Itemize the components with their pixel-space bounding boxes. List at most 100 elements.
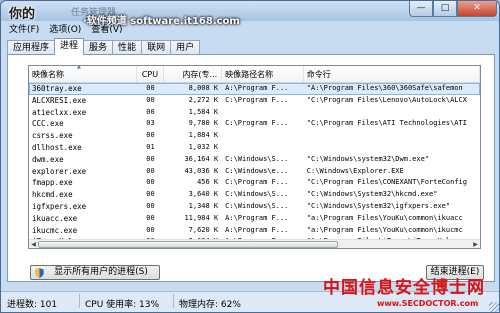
process-name-cell: ikuacc.exe — [32, 213, 78, 223]
process-list[interactable]: ▲ 映像名称 CPU 内存(专... 映像路径名称 命令行 360tray.ex… — [28, 65, 481, 249]
scrollbar-thumb[interactable] — [38, 241, 338, 248]
cpu-cell: 03 — [146, 119, 155, 128]
menu-file[interactable]: 文件(F) — [9, 22, 39, 35]
close-button[interactable]: ✕ — [457, 1, 497, 17]
process-name-cell: csrss.exe — [32, 131, 73, 141]
memory-cell: 2,272 K — [188, 95, 219, 104]
table-row[interactable]: csrss.exe 00 1,884 K — [29, 130, 480, 142]
cpu-cell: 00 — [146, 154, 155, 163]
column-header-command-line[interactable]: 命令行 — [304, 66, 480, 82]
cpu-cell: 00 — [146, 84, 155, 92]
image-path-cell — [222, 130, 304, 142]
tab-services[interactable]: 服务 — [83, 40, 114, 55]
table-row[interactable]: igfxpers.exe 00 1,348 K C:\Windows\S... "C:\… — [29, 201, 480, 213]
column-header-cpu[interactable]: CPU — [137, 66, 165, 82]
image-path-cell: A:\Program F... — [225, 213, 289, 222]
cpu-cell: 00 — [146, 213, 155, 222]
command-line-cell: "C:\Program Files\ATI Technologies\ATI — [306, 119, 467, 128]
tab-processes[interactable]: 进程 — [54, 38, 85, 55]
tab-performance[interactable]: 性能 — [112, 40, 143, 55]
cpu-cell: 01 — [146, 142, 155, 151]
memory-cell: 43,036 K — [184, 166, 219, 175]
table-row[interactable]: ikuacc.exe 00 11,984 K A:\Program F... "a:\P… — [29, 213, 480, 225]
command-line-cell: "C:\Program Files\Lenovo\AutoLock\ALCX — [306, 95, 467, 104]
menu-options[interactable]: 选项(O) — [49, 22, 81, 35]
command-line-cell: "C:\Windows\System32\hkcmd.exe" — [306, 190, 438, 199]
command-line-cell: "C:\Windows\System32\igfxpers.exe" — [306, 201, 451, 210]
image-path-cell: A:\Program F... — [225, 225, 289, 234]
memory-cell: 36,164 K — [184, 154, 219, 163]
command-line-cell: "A:\Program Files\360\360Safe\safemon — [306, 84, 463, 92]
table-row[interactable]: atieclxx.exe 00 1,584 K — [29, 107, 480, 119]
table-row[interactable]: dllhost.exe 01 1,032 K — [29, 142, 480, 154]
image-path-cell — [222, 142, 304, 154]
process-name-cell: 360tray.exe — [32, 84, 82, 93]
cpu-cell: 00 — [146, 95, 155, 104]
command-line-cell: "a:\Program Files\YouKu\common\ikuacc — [306, 213, 463, 222]
scroll-left-icon[interactable]: ◀ — [29, 240, 38, 248]
cpu-cell: 00 — [146, 201, 155, 210]
command-line-cell: C:\Windows\Explorer.EXE — [306, 166, 404, 175]
show-all-users-label: 显示所有用户的进程(S) — [54, 267, 148, 277]
table-row[interactable]: dwm.exe 00 36,164 K C:\Windows\S... "C:\Wind… — [29, 154, 480, 166]
horizontal-scrollbar[interactable]: ◀ ▶ — [29, 239, 480, 248]
table-row[interactable]: ALCXRESI.exe 00 2,272 K C:\Program F... "C:\… — [29, 95, 480, 107]
table-row[interactable]: fmapp.exe 00 456 K C:\Program F... "C:\Progr… — [29, 177, 480, 189]
column-header-image-path[interactable]: 映像路径名称 — [222, 66, 304, 82]
memory-cell: 7,620 K — [188, 225, 219, 234]
memory-cell: 9,780 K — [188, 119, 219, 128]
watermark-url: www.SECDOCTOR.com — [377, 299, 479, 308]
cpu-cell: 00 — [146, 225, 155, 234]
memory-cell: 1,348 K — [188, 201, 219, 210]
process-name-cell: ALCXRESI.exe — [32, 95, 87, 105]
process-name-cell: atieclxx.exe — [32, 107, 87, 117]
image-path-cell: C:\Program F... — [225, 178, 289, 187]
image-path-cell: C:\Windows\S... — [225, 190, 289, 199]
cpu-cell: 00 — [146, 107, 155, 116]
process-name-cell: explorer.exe — [32, 166, 87, 176]
scroll-right-icon[interactable]: ▶ — [471, 240, 480, 248]
table-row[interactable]: 360tray.exe 00 8,008 K A:\Program F... "A:\P… — [29, 83, 480, 95]
memory-cell: 1,884 K — [188, 131, 219, 140]
table-row[interactable]: ikucmc.exe 00 7,620 K A:\Program F... "a:\Pr… — [29, 225, 480, 237]
maximize-button[interactable]: □ — [433, 1, 457, 17]
process-name-cell: fmapp.exe — [32, 178, 73, 188]
status-divider — [79, 294, 80, 308]
process-name-cell: dwm.exe — [32, 154, 64, 164]
command-line-cell: "a:\Program Files\YouKu\common\ikucmc — [306, 225, 463, 234]
table-row[interactable]: hkcmd.exe 00 3,640 K C:\Windows\S... "C:\Win… — [29, 189, 480, 201]
show-all-users-button[interactable]: 显示所有用户的进程(S) — [30, 265, 160, 280]
memory-cell: 11,984 K — [184, 213, 219, 222]
image-path-cell: C:\Windows\S... — [225, 201, 289, 210]
process-name-cell: CCC.exe — [32, 119, 64, 129]
cpu-cell: 00 — [146, 178, 155, 187]
process-name-cell: igfxpers.exe — [32, 201, 87, 211]
window-title: 你的 — [9, 7, 36, 22]
title-bar[interactable]: 任务管理器 你的 — □ ✕ — [1, 1, 499, 22]
status-process-count: 进程数: 101 — [7, 300, 58, 310]
process-name-cell: hkcmd.exe — [32, 190, 73, 200]
minimize-button[interactable]: — — [409, 1, 433, 17]
table-row[interactable]: CCC.exe 03 9,780 K C:\Program F... "C:\Progr… — [29, 118, 480, 130]
memory-cell: 1,584 K — [188, 107, 219, 116]
column-header-image-name[interactable]: 映像名称 — [29, 66, 137, 82]
table-row[interactable]: explorer.exe 00 43,036 K C:\Windows\e... C:\… — [29, 166, 480, 178]
process-name-cell: ikucmc.exe — [32, 225, 78, 235]
cpu-cell: 00 — [146, 131, 155, 140]
image-path-cell: A:\Program F... — [225, 84, 289, 92]
sort-ascending-icon: ▲ — [77, 65, 81, 70]
uac-shield-icon — [35, 268, 44, 278]
tab-strip: 应用程序 进程 服务 性能 联网 用户 — [7, 38, 201, 55]
resize-grip[interactable] — [489, 302, 499, 312]
image-path-cell: C:\Windows\S... — [225, 154, 289, 163]
tab-applications[interactable]: 应用程序 — [7, 40, 56, 55]
list-header: ▲ 映像名称 CPU 内存(专... 映像路径名称 命令行 — [29, 66, 480, 83]
status-physical-memory: 物理内存: 62% — [179, 300, 241, 310]
column-header-memory[interactable]: 内存(专... — [164, 66, 223, 82]
tab-users[interactable]: 用户 — [170, 40, 201, 55]
status-cpu-usage: CPU 使用率: 13% — [85, 300, 160, 310]
image-path-cell: C:\Program F... — [225, 119, 289, 128]
tab-networking[interactable]: 联网 — [141, 40, 172, 55]
process-name-cell: dllhost.exe — [32, 142, 82, 152]
memory-cell: 456 K — [197, 178, 219, 187]
